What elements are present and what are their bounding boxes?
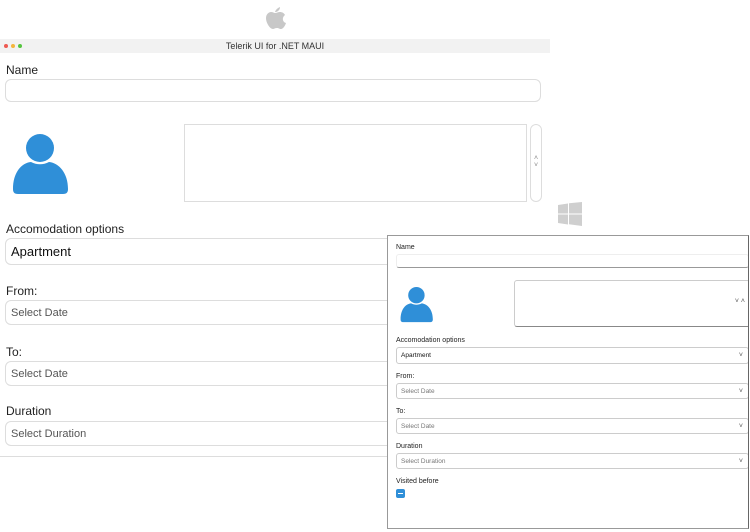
windows-logo-icon bbox=[558, 202, 582, 231]
duration-picker[interactable]: Select Duration ˅ bbox=[396, 453, 748, 469]
stepper[interactable]: ˄ ˅ bbox=[530, 124, 542, 202]
name-input[interactable] bbox=[396, 254, 748, 268]
chevron-down-icon: ˅ bbox=[738, 422, 743, 430]
avatar-icon bbox=[12, 132, 70, 199]
zoom-button[interactable] bbox=[18, 44, 22, 48]
accommodation-value: Apartment bbox=[401, 352, 431, 359]
chevron-down-icon: ˅ bbox=[738, 387, 743, 395]
duration-label: Duration bbox=[396, 443, 423, 450]
name-input[interactable] bbox=[5, 79, 541, 102]
duration-label: Duration bbox=[6, 404, 52, 418]
accommodation-select[interactable]: Apartment ˅ bbox=[396, 347, 748, 364]
to-label: To: bbox=[396, 408, 406, 415]
from-placeholder: Select Date bbox=[401, 387, 435, 395]
to-date-picker[interactable]: Select Date ˅ bbox=[396, 418, 748, 434]
notes-textarea[interactable] bbox=[184, 124, 527, 202]
to-label: To: bbox=[6, 345, 23, 359]
accommodation-label: Accomodation options bbox=[6, 222, 125, 236]
notes-textarea[interactable]: ˅ ˄ bbox=[514, 280, 748, 327]
visited-before-label: Visited before bbox=[396, 478, 439, 485]
name-label: Name bbox=[396, 244, 415, 251]
from-label: From: bbox=[6, 284, 38, 298]
windows-window: Name ˅ ˄ Accomodation options Apartment ˅… bbox=[387, 235, 749, 529]
chevron-down-icon: ˅ bbox=[738, 457, 743, 465]
close-button[interactable] bbox=[4, 44, 8, 48]
visited-before-checkbox[interactable] bbox=[396, 489, 405, 498]
from-date-picker[interactable]: Select Date ˅ bbox=[396, 383, 748, 399]
to-placeholder: Select Date bbox=[401, 422, 435, 430]
name-label: Name bbox=[6, 63, 39, 77]
from-label: From: bbox=[396, 373, 415, 380]
window-title: Telerik UI for .NET MAUI bbox=[225, 41, 325, 51]
stepper-buttons[interactable]: ˅ ˄ bbox=[735, 298, 745, 305]
accommodation-label: Accomodation options bbox=[396, 337, 465, 344]
chevron-down-icon: ˅ bbox=[738, 352, 743, 359]
duration-placeholder: Select Duration bbox=[401, 457, 446, 465]
minimize-button[interactable] bbox=[11, 44, 15, 48]
apple-logo-icon bbox=[264, 5, 286, 36]
mac-title-bar: Telerik UI for .NET MAUI bbox=[0, 39, 550, 53]
avatar-icon bbox=[400, 285, 434, 328]
